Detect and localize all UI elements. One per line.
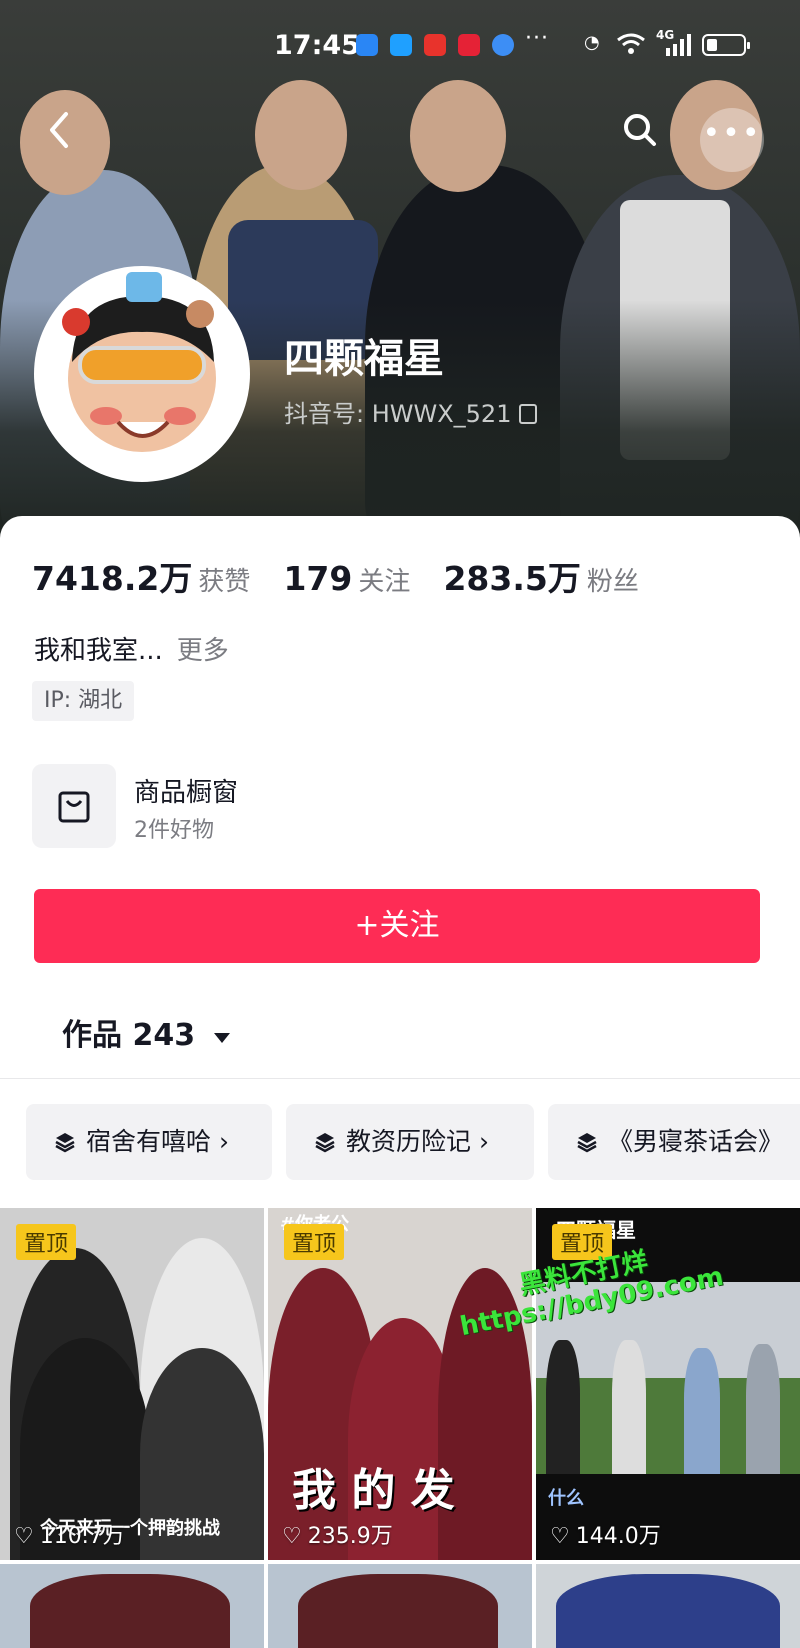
collection-label: 《男寝茶话会》 [608, 1127, 784, 1156]
cover-face [410, 80, 506, 192]
shop-icon-box [32, 764, 116, 848]
signal-icon [666, 34, 691, 56]
collection-chip[interactable]: 宿舍有嘻哈 › [26, 1104, 272, 1180]
video-likes: ♡ 235.9万 [282, 1518, 393, 1550]
video-likes-count: 235.9万 [307, 1524, 393, 1549]
likes-label: 获赞 [198, 567, 251, 597]
thumb-person [612, 1340, 646, 1474]
video-caption: 什么 [548, 1488, 584, 1509]
following-label: 关注 [358, 567, 411, 597]
profile-info-card: 7418.2万 获赞 179 关注 283.5万 粉丝 我和我室... 更多 IP: 湖… [0, 516, 800, 1648]
layers-icon [55, 1133, 75, 1153]
heart-icon: ♡ [550, 1524, 570, 1549]
following-count: 179 [283, 559, 353, 598]
status-bar: 17:45 ··· ◔ 4G [0, 22, 800, 72]
followers-count: 283.5万 [443, 559, 581, 598]
bio-more-link[interactable]: 更多 [177, 636, 229, 666]
thumb-person [746, 1344, 780, 1474]
collection-label: 宿舍有嘻哈 › [86, 1127, 229, 1156]
more-notifications-icon: ··· [525, 26, 549, 51]
message-app-icon [356, 34, 378, 56]
profile-header-cover: 17:45 ··· ◔ 4G ••• 四颗福星 抖音号: HWWX_521 [0, 0, 800, 540]
copy-icon[interactable] [519, 404, 538, 424]
followers-stat[interactable]: 283.5万 粉丝 [443, 559, 666, 598]
video-caption: 我 的 发 [292, 1465, 455, 1516]
video-thumbnail[interactable] [0, 1564, 264, 1648]
more-dots-icon: ••• [702, 116, 762, 151]
thumb-person [556, 1574, 780, 1648]
speed-icon: ◔ [584, 32, 600, 53]
tab-works[interactable]: 作品 243 [62, 1010, 232, 1054]
heart-icon: ♡ [282, 1524, 302, 1549]
douyin-id-text: 抖音号: HWWX_521 [284, 400, 512, 428]
follow-button[interactable]: +关注 [34, 889, 760, 963]
thumb-person [298, 1574, 498, 1648]
video-thumbnail[interactable] [268, 1564, 532, 1648]
video-thumbnail[interactable] [536, 1564, 800, 1648]
status-time: 17:45 [274, 30, 360, 61]
video-likes-count: 110.7万 [39, 1524, 125, 1549]
shop-window-entry[interactable]: 商品橱窗 2件好物 [32, 764, 772, 848]
shield-app-icon [390, 34, 412, 56]
browser-app-icon [492, 34, 514, 56]
collection-chip[interactable]: 《男寝茶话会》 [548, 1104, 800, 1180]
more-options-button[interactable]: ••• [700, 108, 764, 172]
bio-text: 我和我室... [34, 636, 163, 666]
avatar-sticker-image [62, 272, 216, 452]
shop-subtitle: 2件好物 [134, 818, 214, 843]
works-tab-label: 作品 243 [62, 1018, 196, 1053]
video-thumbnail[interactable]: 今天来玩一个押韵挑战 置顶 ♡ 110.7万 [0, 1208, 264, 1560]
pinned-badge: 置顶 [284, 1224, 345, 1260]
collection-chip[interactable]: 教资历险记 › [286, 1104, 534, 1180]
video-likes-count: 144.0万 [575, 1524, 661, 1549]
collections-row: 宿舍有嘻哈 › 教资历险记 › 《男寝茶话会》 [0, 1104, 800, 1180]
back-button[interactable] [44, 110, 84, 160]
video-likes: ♡ 110.7万 [14, 1518, 125, 1550]
divider [0, 1078, 800, 1079]
collection-label: 教资历险记 › [346, 1127, 489, 1156]
likes-count: 7418.2万 [32, 559, 193, 598]
thumb-person [30, 1574, 230, 1648]
profile-nickname: 四颗福星 [284, 336, 444, 382]
cover-face [255, 80, 347, 190]
profile-bio: 我和我室... 更多 [34, 630, 229, 667]
avatar[interactable] [34, 266, 250, 482]
pinned-badge: 置顶 [16, 1224, 77, 1260]
shop-app-icon [424, 34, 446, 56]
search-icon [624, 114, 656, 146]
thumb-person [684, 1348, 720, 1474]
layers-icon [315, 1133, 335, 1153]
thumb-person [546, 1340, 580, 1474]
chevron-left-icon [50, 112, 68, 148]
layers-icon [577, 1133, 597, 1153]
battery-icon [702, 34, 750, 56]
following-stat[interactable]: 179 关注 [283, 559, 438, 598]
ip-location-tag: IP: 湖北 [32, 681, 135, 721]
heart-icon: ♡ [14, 1524, 34, 1549]
xiaohongshu-app-icon [458, 34, 480, 56]
search-button[interactable] [620, 110, 670, 160]
shopping-bag-icon [58, 791, 90, 823]
caret-down-icon [213, 1033, 230, 1043]
shop-title: 商品橱窗 [134, 778, 239, 808]
profile-stats: 7418.2万 获赞 179 关注 283.5万 粉丝 [32, 552, 667, 602]
video-thumbnail[interactable]: #你老公 我 的 发 置顶 ♡235.9万 [268, 1208, 532, 1560]
wifi-icon [617, 33, 645, 54]
douyin-id-row[interactable]: 抖音号: HWWX_521 [284, 394, 538, 429]
followers-label: 粉丝 [586, 567, 639, 597]
video-likes: ♡ 144.0万 [550, 1518, 661, 1550]
